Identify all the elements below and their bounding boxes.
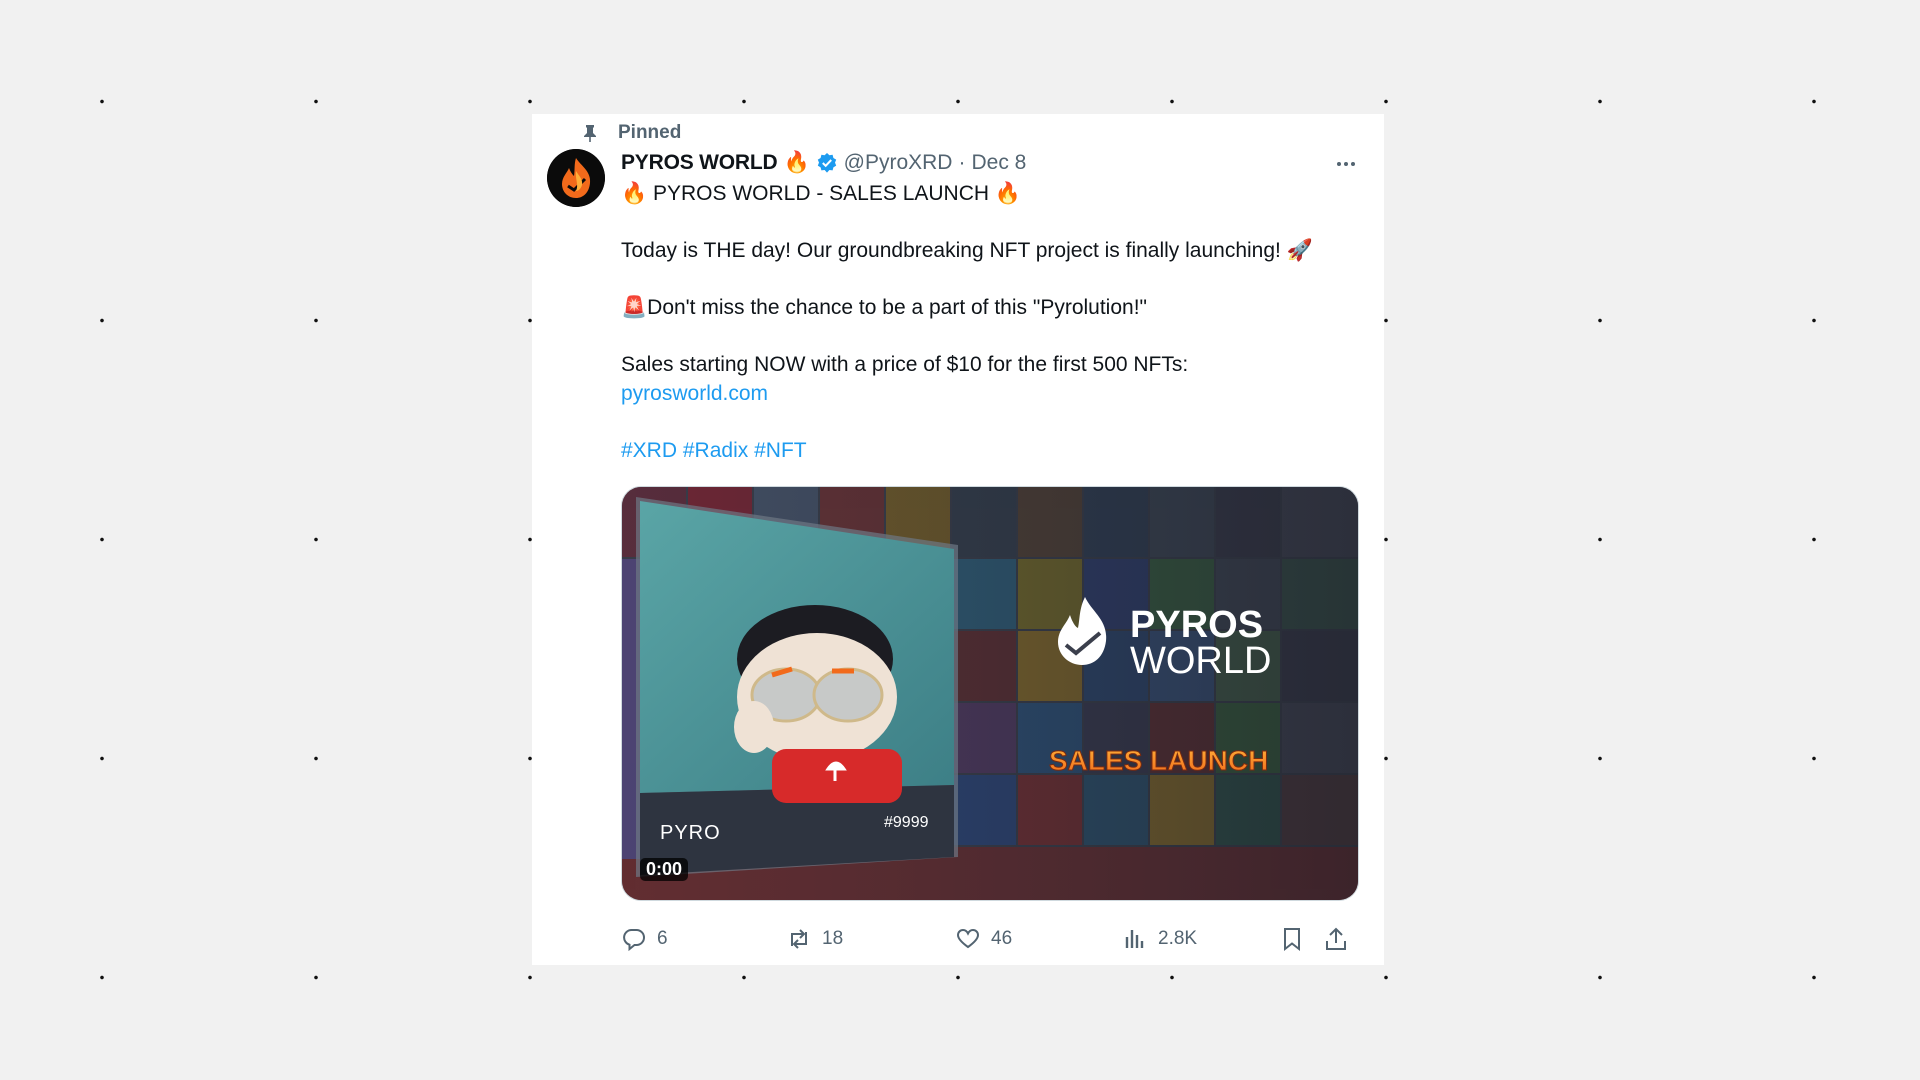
tweet-card[interactable]: Pinned PYROS WORLD 🔥 @PyroXRD · Dec 8 🔥 … (532, 114, 1384, 965)
like-button[interactable]: 46 (955, 919, 1012, 959)
reply-button[interactable]: 6 (621, 919, 668, 959)
repost-button[interactable]: 18 (786, 919, 843, 959)
fire-icon: 🔥 (783, 151, 810, 174)
verified-badge-icon[interactable] (816, 152, 838, 174)
video-player[interactable]: PYRO #9999 PYROS WORLD SALES LAUNCH 0:00 (621, 486, 1359, 901)
tweet-header: PYROS WORLD 🔥 @PyroXRD · Dec 8 (621, 148, 1026, 178)
views-button[interactable]: 2.8K (1122, 919, 1197, 959)
author-name[interactable]: PYROS WORLD (621, 151, 778, 175)
hashtag-link[interactable]: #XRD (621, 439, 677, 462)
share-button[interactable] (1323, 919, 1349, 959)
website-link[interactable]: pyrosworld.com (621, 382, 768, 405)
video-thumbnail: PYRO #9999 PYROS WORLD SALES LAUNCH (622, 487, 1358, 900)
more-dot-icon (1337, 162, 1341, 166)
pyros-logo-icon (547, 149, 605, 207)
reply-count: 6 (657, 928, 668, 949)
reply-icon (623, 929, 645, 952)
pyro-nft-card: PYRO #9999 (636, 497, 958, 877)
tweet-date[interactable]: Dec 8 (971, 151, 1026, 175)
more-dot-icon (1344, 162, 1348, 166)
more-options-button[interactable] (1330, 156, 1362, 172)
nft-number: #9999 (884, 814, 929, 831)
repost-count: 18 (822, 928, 844, 949)
tweet-actions: 6 18 46 2.8K (621, 919, 1361, 959)
pin-icon (580, 123, 600, 143)
video-timecode: 0:00 (640, 858, 689, 881)
repost-icon (791, 929, 807, 949)
brand-subtitle: WORLD (1130, 640, 1271, 682)
avatar[interactable] (547, 149, 605, 207)
sales-launch-headline: SALES LAUNCH (1049, 745, 1268, 776)
nft-name: PYRO (660, 822, 721, 844)
tweet-text: 🔥 PYROS WORLD - SALES LAUNCH 🔥 Today is … (621, 180, 1361, 465)
bookmark-button[interactable] (1279, 919, 1305, 959)
separator: · (958, 151, 966, 174)
tweet-text-line: Sales starting NOW with a price of $10 f… (621, 353, 1189, 376)
tweet-text-line: Today is THE day! Our groundbreaking NFT… (621, 239, 1313, 262)
bookmark-icon (1284, 928, 1300, 952)
view-count: 2.8K (1158, 928, 1198, 949)
tweet-text-line: 🚨Don't miss the chance to be a part of t… (621, 296, 1147, 319)
author-handle[interactable]: @PyroXRD (844, 151, 953, 175)
hashtag-link[interactable]: #Radix (683, 439, 748, 462)
pinned-indicator: Pinned (580, 120, 681, 146)
views-chart-icon (1125, 930, 1144, 948)
share-icon (1326, 927, 1346, 950)
pinned-label: Pinned (618, 122, 682, 143)
tweet-title-line: 🔥 PYROS WORLD - SALES LAUNCH 🔥 (621, 182, 1022, 205)
hashtag-link[interactable]: #NFT (754, 439, 807, 462)
heart-icon (956, 928, 980, 949)
more-dot-icon (1351, 162, 1355, 166)
like-count: 46 (991, 928, 1013, 949)
